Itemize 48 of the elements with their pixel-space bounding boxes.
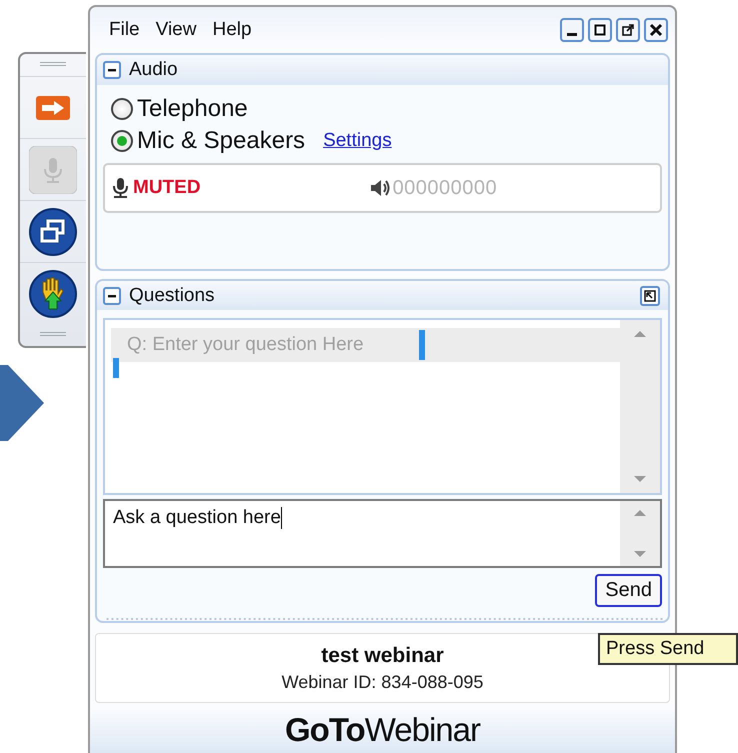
close-icon (648, 22, 664, 38)
maximize-button[interactable] (588, 18, 612, 42)
radio-label: Mic & Speakers (137, 127, 306, 155)
minimize-icon (567, 32, 577, 36)
menu-item[interactable]: View (156, 19, 196, 41)
tooltip: Press Send (598, 633, 738, 665)
volume-meter: 000000000 (392, 176, 498, 200)
scroll-down-icon[interactable] (633, 550, 647, 558)
speaker-icon (368, 178, 391, 198)
microphone-icon (111, 177, 131, 199)
scrollbar[interactable] (620, 320, 660, 494)
selection-handle[interactable] (419, 330, 425, 360)
scroll-up-icon[interactable] (633, 509, 647, 518)
scrollbar[interactable] (620, 501, 660, 566)
menu-item[interactable]: Help (212, 19, 252, 41)
hand-icon (29, 270, 77, 318)
grip-handle[interactable] (40, 62, 66, 68)
expand-button[interactable] (640, 286, 660, 306)
radio-button[interactable] (111, 98, 133, 120)
mute-status: MUTED (133, 177, 201, 199)
panel-title: Audio (129, 59, 178, 81)
restore-button[interactable] (29, 208, 77, 256)
scroll-up-icon[interactable] (633, 330, 647, 338)
send-button[interactable]: Send (595, 574, 662, 608)
selection-handle[interactable] (113, 358, 119, 378)
popout-icon (620, 22, 636, 38)
close-button[interactable] (644, 18, 668, 42)
raise-hand-button[interactable] (29, 270, 77, 318)
logo: GoToWebinar (285, 711, 480, 749)
collapse-button[interactable] (103, 286, 121, 305)
grip-handle[interactable] (40, 332, 66, 338)
webinar-title: test webinar (321, 644, 444, 668)
popout-button[interactable] (616, 18, 640, 42)
arrow-button[interactable] (36, 96, 70, 120)
radio-label: Telephone (137, 95, 248, 123)
windows-icon (29, 208, 77, 256)
settings-link[interactable]: Settings (323, 130, 392, 152)
collapse-button[interactable] (103, 61, 121, 79)
webinar-id: Webinar ID: 834-088-095 (282, 672, 484, 692)
menu-item[interactable]: File (109, 19, 140, 41)
minimize-button[interactable] (560, 18, 584, 42)
maximize-icon (592, 22, 608, 38)
expand-icon (644, 290, 656, 302)
panel-title: Questions (129, 284, 215, 307)
microphone-icon (29, 146, 77, 194)
radio-button[interactable] (111, 130, 133, 152)
question-input[interactable]: Ask a question here (103, 499, 662, 568)
scroll-down-icon[interactable] (633, 475, 647, 484)
